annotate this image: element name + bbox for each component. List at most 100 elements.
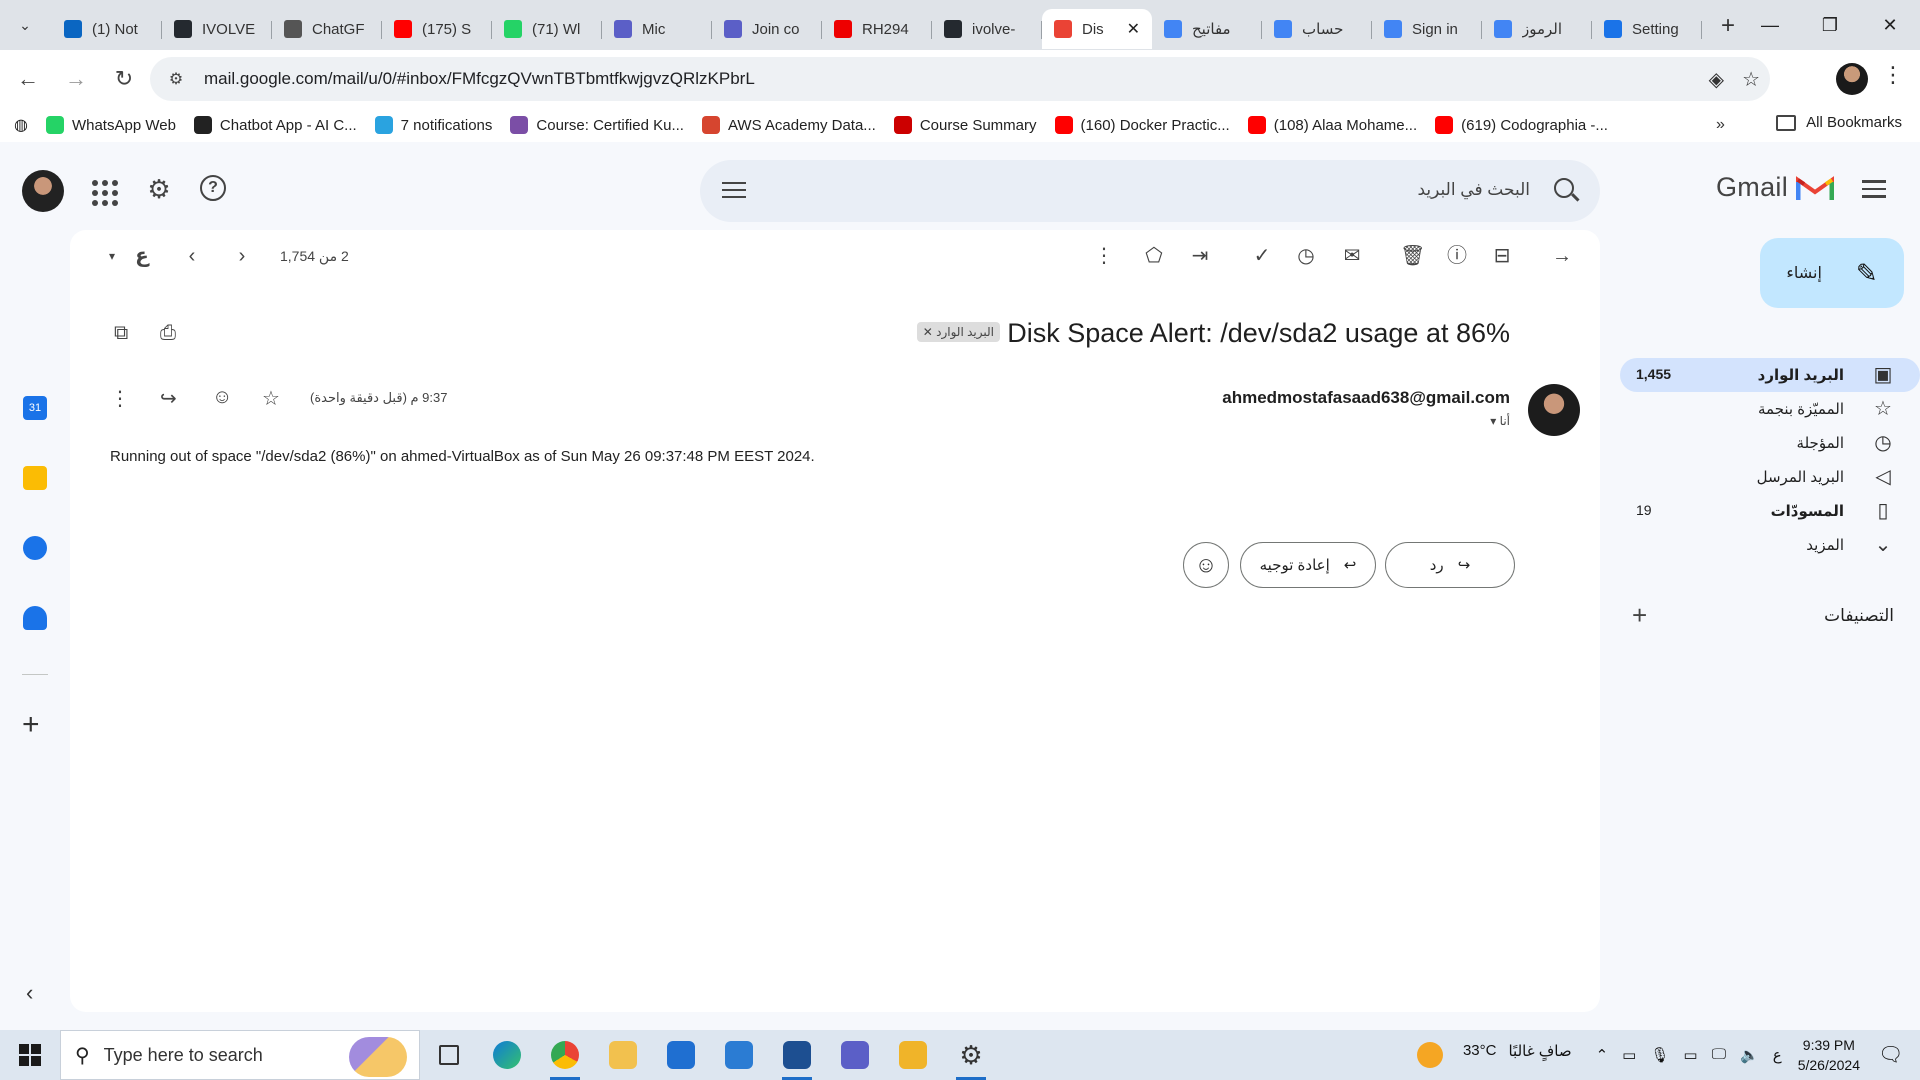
google-apps-icon[interactable] [88,176,118,206]
nav-item[interactable]: ⌄ المزيد [1620,528,1920,562]
collapse-panel-icon[interactable]: ‹ [26,980,33,1006]
nav-item[interactable]: ▯ المسودّات 19 [1620,494,1920,528]
keep-icon[interactable] [23,466,47,490]
extension-icon[interactable]: ◈ [1709,67,1724,92]
browser-tab[interactable]: ChatGF [272,9,382,49]
browser-tab[interactable]: حساب [1262,9,1372,49]
move-to-icon[interactable]: ⇥ [1188,244,1212,268]
restore-button[interactable]: ❐ [1800,0,1860,50]
reload-button[interactable]: ↻ [104,59,144,99]
browser-tab[interactable]: الرموز [1482,9,1592,49]
display-icon[interactable]: 🖵 [1712,1046,1726,1064]
browser-tab[interactable]: مفاتيح [1152,9,1262,49]
label-icon[interactable]: ⬠ [1142,244,1166,268]
browser-tab[interactable]: IVOLVE [162,9,272,49]
teams-icon[interactable] [826,1030,884,1080]
recipient-details[interactable]: أنا ▾ [1490,414,1510,428]
browser-tab[interactable]: ivolve- [932,9,1042,49]
weather-widget[interactable]: 33°C صافٍ غالبًا [1416,1042,1572,1068]
main-menu-icon[interactable] [1862,180,1886,198]
nav-item[interactable]: ▣ البريد الوارد 1,455 [1620,358,1920,392]
bookmark-item[interactable]: Course: Certified Ku... [510,116,684,134]
mail-search-bar[interactable]: البحث في البريد [700,160,1600,222]
sticky-app-icon[interactable] [884,1030,942,1080]
browser-tab[interactable]: Setting [1592,9,1702,49]
address-bar[interactable]: ⚙ mail.google.com/mail/u/0/#inbox/FMfcgz… [150,57,1770,101]
bookmark-item[interactable]: AWS Academy Data... [701,116,876,134]
star-icon[interactable]: ☆ [262,386,280,411]
newer-message-icon[interactable]: ‹ [180,244,204,268]
archive-icon[interactable]: ⊟ [1490,244,1514,268]
add-label-icon[interactable]: + [1632,600,1647,631]
account-avatar[interactable] [22,170,64,212]
calendar-icon[interactable]: 31 [23,396,47,420]
reply-icon[interactable]: ↪ [160,386,177,411]
more-actions-icon[interactable]: ⋮ [1092,244,1116,268]
close-window-button[interactable]: ✕ [1860,0,1920,50]
browser-tab[interactable]: (175) S [382,9,492,49]
task-view-icon[interactable] [420,1030,478,1080]
all-bookmarks-button[interactable]: All Bookmarks [1776,114,1902,131]
settings-app-icon[interactable]: ⚙ [942,1030,1000,1080]
chrome-icon[interactable] [536,1030,594,1080]
mail-app-icon[interactable] [710,1030,768,1080]
bookmark-item[interactable]: Course Summary [893,116,1037,134]
bookmark-item[interactable]: WhatsApp Web [45,116,176,134]
nav-item[interactable]: ◁ البريد المرسل [1620,460,1920,494]
bookmark-item[interactable]: (108) Alaa Mohame... [1247,116,1417,134]
tasks-icon[interactable] [23,536,47,560]
mark-unread-icon[interactable]: ✉ [1340,244,1364,268]
bookmark-star-icon[interactable]: ☆ [1742,67,1760,92]
message-more-icon[interactable]: ⋮ [110,386,130,411]
browser-tab[interactable]: Join co [712,9,822,49]
virtualbox-icon[interactable] [768,1030,826,1080]
contacts-icon[interactable] [23,606,47,630]
taskbar-search[interactable]: ⚲ Type here to search [60,1030,420,1080]
search-input[interactable]: البحث في البريد [1417,180,1530,200]
open-new-window-icon[interactable]: ⧉ [114,322,128,345]
search-icon[interactable] [1554,178,1574,198]
profile-avatar[interactable] [1836,63,1868,95]
store-icon[interactable] [652,1030,710,1080]
browser-tab[interactable]: Mic [602,9,712,49]
input-tools-button[interactable]: ع [130,244,154,268]
browser-tab[interactable]: (1) Not [52,9,162,49]
add-to-tasks-icon[interactable]: ✓ [1250,244,1274,268]
inbox-label-chip[interactable]: البريد الوارد ✕ [916,322,1000,342]
report-spam-icon[interactable]: ⓘ [1445,244,1469,268]
bookmark-item[interactable]: (619) Codographia -... [1435,116,1608,134]
microphone-icon[interactable]: 🎙 [1650,1046,1669,1064]
battery-icon[interactable]: ▭ [1683,1046,1697,1064]
back-to-inbox-icon[interactable]: → [1550,244,1574,268]
input-language[interactable]: ع [1773,1046,1782,1064]
sender-email[interactable]: ahmedmostafasaad638@gmail.com [1222,388,1510,408]
edge-icon[interactable] [478,1030,536,1080]
remove-label-icon[interactable]: ✕ [923,325,933,339]
delete-icon[interactable]: 🗑 [1400,244,1425,268]
site-info-icon[interactable]: ⚙ [156,69,196,89]
network-status-icon[interactable]: ▭ [1622,1046,1636,1064]
bookmark-item[interactable]: Chatbot App - AI C... [193,116,357,134]
search-options-icon[interactable] [722,178,746,202]
clock[interactable]: 9:39 PM 5/26/2024 [1798,1035,1860,1075]
snooze-icon[interactable]: ◷ [1294,244,1318,268]
settings-gear-icon[interactable]: ⚙ [144,174,174,204]
emoji-react-icon[interactable]: ☺ [212,386,232,409]
nav-item[interactable]: ◷ المؤجلة [1620,426,1920,460]
bookmark-item[interactable]: 7 notifications [374,116,492,134]
apps-globe-icon[interactable]: ◍ [14,115,28,135]
url-text[interactable]: mail.google.com/mail/u/0/#inbox/FMfcgzQV… [204,69,755,89]
get-addons-icon[interactable]: + [22,708,40,742]
back-button[interactable]: ← [8,59,48,99]
file-explorer-icon[interactable] [594,1030,652,1080]
help-icon[interactable]: ? [200,175,226,201]
browser-menu-icon[interactable]: ⋮ [1882,62,1904,88]
forward-button[interactable]: ↩ إعادة توجيه [1240,542,1376,588]
sender-avatar[interactable] [1528,384,1580,436]
browser-tab[interactable]: (71) Wl [492,9,602,49]
volume-icon[interactable]: 🔈 [1740,1046,1759,1064]
browser-tab[interactable]: Sign in [1372,9,1482,49]
emoji-reaction-button[interactable]: ☺ [1183,542,1229,588]
input-tools-dropdown[interactable]: ▾ [100,244,124,268]
show-details-icon[interactable]: ▾ [1490,414,1496,428]
